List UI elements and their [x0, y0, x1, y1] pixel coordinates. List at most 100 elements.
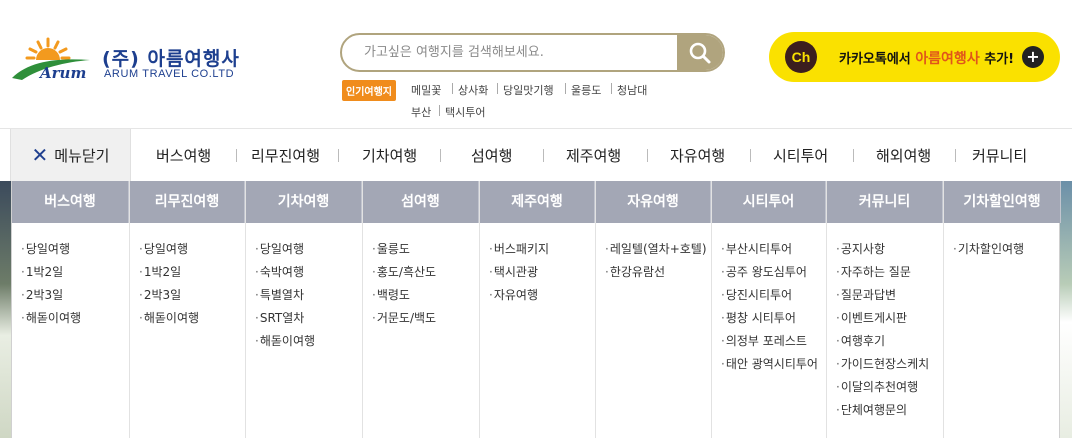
- nav-item-bus[interactable]: 버스여행: [156, 145, 211, 166]
- popular-keyword[interactable]: 메밀꽃: [411, 82, 441, 98]
- mega-menu-list: 버스패키지택시관광자유여행: [480, 223, 595, 307]
- popular-keyword[interactable]: 택시투어: [445, 104, 485, 120]
- mega-menu-link[interactable]: 한강유람선: [605, 261, 711, 284]
- nav-divider: [955, 149, 956, 162]
- mega-menu-link[interactable]: 1박2일: [139, 261, 245, 284]
- mega-menu-link[interactable]: 택시관광: [489, 261, 595, 284]
- site-logo[interactable]: Arum (주) 아름여행사 ARUM TRAVEL CO.LTD: [10, 36, 250, 86]
- mega-menu-link[interactable]: 당일여행: [21, 238, 129, 261]
- kakao-add-banner[interactable]: Ch 카카오톡에서 아름여행사 추가! +: [769, 32, 1060, 82]
- kakao-text-suffix: 추가!: [979, 52, 1015, 67]
- nav-divider: [750, 149, 751, 162]
- mega-menu-link[interactable]: 홍도/흑산도: [372, 261, 479, 284]
- close-icon: ✕: [31, 143, 49, 167]
- mega-menu-column-title[interactable]: 기차할인여행: [944, 181, 1061, 223]
- mega-menu-link[interactable]: 당일여행: [139, 238, 245, 261]
- mega-menu-link[interactable]: 이달의추천여행: [836, 376, 943, 399]
- mega-menu-link[interactable]: 해돋이여행: [255, 330, 362, 353]
- mega-menu-link[interactable]: 2박3일: [139, 284, 245, 307]
- mega-menu-column: 시티투어부산시티투어공주 왕도심투어당진시티투어평창 시티투어의정부 포레스트태…: [712, 181, 827, 438]
- keyword-divider: [565, 83, 566, 94]
- kakao-banner-text: 카카오톡에서 아름여행사 추가!: [839, 48, 1014, 68]
- mega-menu-column-title[interactable]: 제주여행: [480, 181, 595, 223]
- mega-menu-link[interactable]: 이벤트게시판: [836, 307, 943, 330]
- keyword-divider: [611, 83, 612, 94]
- mega-menu-column-title[interactable]: 커뮤니티: [827, 181, 943, 223]
- mega-menu-column-title[interactable]: 리무진여행: [130, 181, 245, 223]
- mega-menu-column: 버스여행당일여행1박2일2박3일해돋이여행: [12, 181, 130, 438]
- mega-menu-link[interactable]: 가이드현장스케치: [836, 353, 943, 376]
- mega-menu-link[interactable]: 질문과답변: [836, 284, 943, 307]
- mega-menu-link[interactable]: 버스패키지: [489, 238, 595, 261]
- keyword-divider: [497, 83, 498, 94]
- mega-menu-link[interactable]: 백령도: [372, 284, 479, 307]
- mega-menu-column-title[interactable]: 자유여행: [596, 181, 711, 223]
- mega-menu-link[interactable]: 거문도/백도: [372, 307, 479, 330]
- mega-menu: 버스여행당일여행1박2일2박3일해돋이여행리무진여행당일여행1박2일2박3일해돋…: [11, 181, 1061, 438]
- mega-menu-link[interactable]: SRT열차: [255, 307, 362, 330]
- mega-menu-column-title[interactable]: 섬여행: [363, 181, 479, 223]
- mega-menu-list: 당일여행1박2일2박3일해돋이여행: [130, 223, 245, 330]
- kakao-text-highlight: 아름여행사: [915, 51, 980, 67]
- nav-item-limousine[interactable]: 리무진여행: [251, 145, 320, 166]
- popular-keyword[interactable]: 청남대: [617, 82, 647, 98]
- keyword-divider: [439, 105, 440, 116]
- logo-korean-name: (주) 아름여행사: [102, 48, 240, 70]
- mega-menu-link[interactable]: 태안 광역시티투어: [721, 353, 826, 376]
- mega-menu-column: 리무진여행당일여행1박2일2박3일해돋이여행: [130, 181, 246, 438]
- nav-item-island[interactable]: 섬여행: [471, 145, 512, 166]
- mega-menu-link[interactable]: 울릉도: [372, 238, 479, 261]
- mega-menu-link[interactable]: 기차할인여행: [953, 238, 1061, 261]
- background-image-edge: [1060, 181, 1072, 438]
- mega-menu-column-title[interactable]: 버스여행: [12, 181, 129, 223]
- nav-item-free-travel[interactable]: 자유여행: [670, 145, 725, 166]
- nav-item-community[interactable]: 커뮤니티: [972, 145, 1027, 166]
- mega-menu-link[interactable]: 당일여행: [255, 238, 362, 261]
- mega-menu-link[interactable]: 자유여행: [489, 284, 595, 307]
- background-image-edge: [0, 181, 11, 438]
- mega-menu-link[interactable]: 자주하는 질문: [836, 261, 943, 284]
- mega-menu-link[interactable]: 단체여행문의: [836, 399, 943, 422]
- mega-menu-link[interactable]: 당진시티투어: [721, 284, 826, 307]
- mega-menu-link[interactable]: 특별열차: [255, 284, 362, 307]
- mega-menu-list: 당일여행숙박여행특별열차SRT열차해돋이여행: [246, 223, 362, 353]
- mega-menu-list: 당일여행1박2일2박3일해돋이여행: [12, 223, 129, 330]
- mega-menu-link[interactable]: 1박2일: [21, 261, 129, 284]
- mega-menu-column-title[interactable]: 시티투어: [712, 181, 826, 223]
- mega-menu-link[interactable]: 의정부 포레스트: [721, 330, 826, 353]
- mega-menu-column: 섬여행울릉도홍도/흑산도백령도거문도/백도: [363, 181, 480, 438]
- menu-close-button[interactable]: ✕ 메뉴닫기: [10, 129, 131, 181]
- mega-menu-column: 기차할인여행기차할인여행: [944, 181, 1061, 438]
- nav-item-train[interactable]: 기차여행: [362, 145, 417, 166]
- nav-item-overseas[interactable]: 해외여행: [876, 145, 931, 166]
- mega-menu-list: 공지사항자주하는 질문질문과답변이벤트게시판여행후기가이드현장스케치이달의추천여…: [827, 223, 943, 422]
- popular-keyword[interactable]: 부산: [411, 104, 431, 120]
- mega-menu-link[interactable]: 해돋이여행: [139, 307, 245, 330]
- mega-menu-column: 제주여행버스패키지택시관광자유여행: [480, 181, 596, 438]
- kakao-text-prefix: 카카오톡에서: [839, 52, 916, 67]
- search-input[interactable]: [364, 35, 674, 70]
- mega-menu-link[interactable]: 평창 시티투어: [721, 307, 826, 330]
- popular-keyword[interactable]: 당일맛기행: [503, 82, 554, 98]
- main-nav: ✕ 메뉴닫기 버스여행 리무진여행 기차여행 섬여행 제주여행 자유여행 시티투…: [0, 128, 1072, 181]
- nav-divider: [338, 149, 339, 162]
- mega-menu-link[interactable]: 공주 왕도심투어: [721, 261, 826, 284]
- popular-keyword[interactable]: 상사화: [458, 82, 488, 98]
- mega-menu-link[interactable]: 부산시티투어: [721, 238, 826, 261]
- mega-menu-link[interactable]: 해돋이여행: [21, 307, 129, 330]
- nav-item-jeju[interactable]: 제주여행: [566, 145, 621, 166]
- search-button[interactable]: [677, 35, 723, 70]
- mega-menu-link[interactable]: 2박3일: [21, 284, 129, 307]
- mega-menu-column-title[interactable]: 기차여행: [246, 181, 362, 223]
- search-box: [340, 33, 725, 72]
- nav-divider: [853, 149, 854, 162]
- mega-menu-link[interactable]: 공지사항: [836, 238, 943, 261]
- mega-menu-column: 커뮤니티공지사항자주하는 질문질문과답변이벤트게시판여행후기가이드현장스케치이달…: [827, 181, 944, 438]
- nav-item-city-tour[interactable]: 시티투어: [773, 145, 828, 166]
- mega-menu-link[interactable]: 레일텔(열차+호텔): [605, 238, 711, 261]
- keyword-divider: [452, 83, 453, 94]
- popular-keyword[interactable]: 울릉도: [571, 82, 601, 98]
- mega-menu-link[interactable]: 숙박여행: [255, 261, 362, 284]
- mega-menu-link[interactable]: 여행후기: [836, 330, 943, 353]
- brand-script-text: Arum: [38, 64, 86, 82]
